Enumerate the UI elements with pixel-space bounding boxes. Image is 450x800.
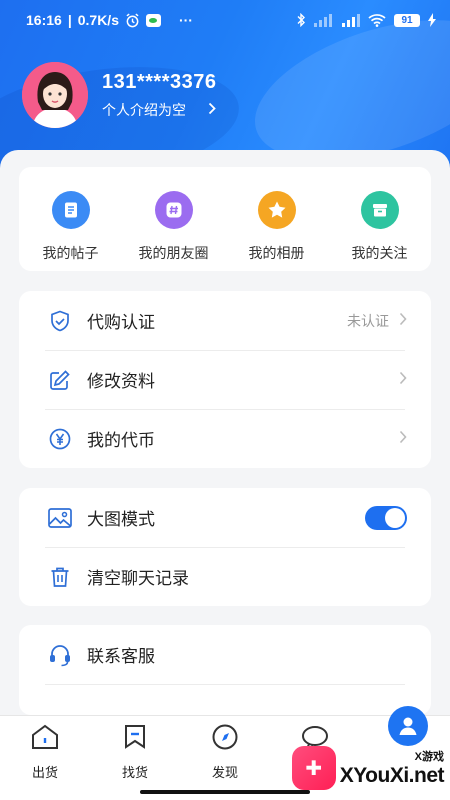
bookmark-icon (120, 723, 150, 756)
row-next-item[interactable] (19, 684, 431, 715)
yuan-icon (47, 426, 73, 452)
home-indicator (140, 790, 310, 794)
edit-icon (47, 367, 73, 393)
compass-icon (210, 723, 240, 756)
network-speed: 0.7K/s (77, 12, 119, 28)
signal-hd-icon (340, 13, 360, 27)
row-contact-support[interactable]: 联系客服 (19, 625, 431, 684)
follow-icon (360, 191, 399, 229)
wifi-icon (368, 13, 386, 27)
site-watermark: ✚ X游戏 XYouXi.net (291, 746, 445, 790)
chevron-right-icon (399, 312, 407, 329)
profile-tab-avatar-icon[interactable] (388, 706, 428, 746)
grid-item-posts[interactable]: 我的帖子 (21, 191, 121, 271)
tab-find-goods[interactable]: 找货 (90, 716, 180, 800)
grid-label: 我的朋友圈 (138, 245, 209, 261)
support-list: 联系客服 (19, 625, 431, 715)
row-label: 大图模式 (87, 510, 155, 529)
avatar[interactable] (22, 62, 88, 128)
gamepad-logo-icon: ✚ (291, 746, 336, 790)
trash-icon (47, 564, 73, 590)
quick-access-grid: 我的帖子 我的朋友圈 我的相册 我的关注 (19, 167, 431, 271)
watermark-small: X游戏 (414, 751, 444, 763)
grid-item-moments[interactable]: 我的朋友圈 (124, 191, 224, 271)
signal-icon (314, 13, 332, 27)
user-intro-row[interactable]: 个人介绍为空 (102, 100, 217, 120)
account-list: 代购认证 未认证 修改资料 我的代币 (19, 291, 431, 468)
row-label: 修改资料 (87, 372, 155, 391)
row-purchase-verification[interactable]: 代购认证 未认证 (19, 291, 431, 350)
row-label: 我的代币 (87, 431, 155, 450)
alarm-icon (125, 13, 140, 28)
tab-discover[interactable]: 发现 (180, 716, 270, 800)
row-label: 联系客服 (87, 647, 155, 666)
posts-icon (51, 191, 90, 229)
row-large-image-mode: 大图模式 (19, 488, 431, 547)
grid-label: 我的关注 (351, 245, 408, 261)
headset-icon (47, 642, 73, 668)
status-bar: 16:16 | 0.7K/s ··· 91 (0, 0, 450, 40)
row-label: 代购认证 (87, 313, 155, 332)
house-icon (30, 723, 60, 756)
large-image-toggle[interactable] (365, 505, 407, 530)
row-clear-chat-history[interactable]: 清空聊天记录 (19, 547, 431, 606)
user-profile[interactable]: 131****3376 个人介绍为空 (22, 62, 217, 128)
grid-label: 我的帖子 (42, 245, 99, 261)
battery-indicator: 91 (394, 13, 420, 27)
tab-label: 发现 (211, 765, 238, 780)
settings-list: 大图模式 清空聊天记录 (19, 488, 431, 606)
tab-ship[interactable]: 出货 (0, 716, 90, 800)
grid-item-follow[interactable]: 我的关注 (330, 191, 430, 271)
charging-icon (428, 13, 436, 27)
more-notifications: ··· (178, 12, 193, 28)
chevron-right-icon (399, 371, 407, 388)
chevron-right-icon (208, 102, 216, 118)
row-my-tokens[interactable]: 我的代币 (19, 409, 431, 468)
verification-status: 未认证 (347, 312, 389, 329)
watermark-big: XYouXi.net (339, 764, 445, 787)
wechat-icon (145, 13, 161, 27)
user-phone: 131****3376 (102, 70, 217, 93)
tab-label: 出货 (31, 765, 58, 780)
grid-item-album[interactable]: 我的相册 (227, 191, 327, 271)
row-edit-profile[interactable]: 修改资料 (19, 350, 431, 409)
user-intro: 个人介绍为空 (102, 101, 186, 118)
bluetooth-icon (296, 13, 306, 27)
shield-icon (47, 308, 73, 334)
main-content: 我的帖子 我的朋友圈 我的相册 我的关注 代购认证 未认证 修改资料 我的代币 … (0, 150, 450, 715)
tab-label: 找货 (121, 765, 148, 780)
moments-icon (154, 191, 193, 229)
status-time: 16:16 (26, 12, 62, 28)
album-icon (257, 191, 296, 229)
row-label: 清空聊天记录 (87, 569, 189, 588)
chevron-right-icon (399, 430, 407, 447)
image-icon (47, 505, 73, 531)
grid-label: 我的相册 (248, 245, 305, 261)
